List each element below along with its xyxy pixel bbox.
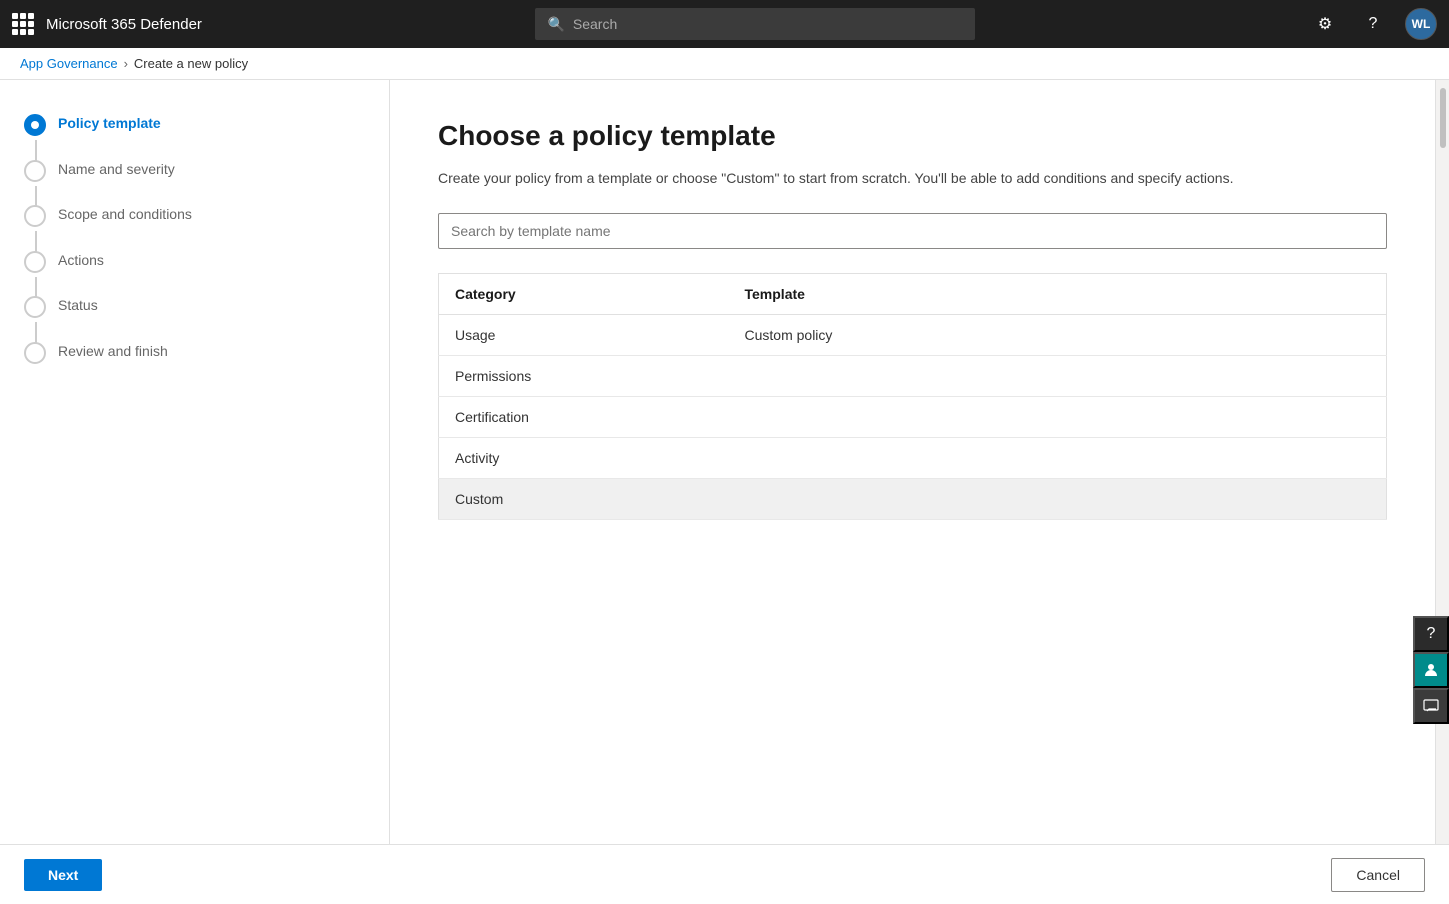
step-circle-2 <box>24 160 46 182</box>
scrollbar[interactable] <box>1435 80 1449 844</box>
toolbar-user-icon[interactable] <box>1413 652 1435 688</box>
template-cell[interactable] <box>729 397 1019 438</box>
right-toolbar: ? <box>1413 616 1435 724</box>
step-scope-conditions: Scope and conditions <box>24 203 365 249</box>
step-label-name-severity: Name and severity <box>58 158 175 204</box>
category-cell[interactable]: Certification <box>439 397 729 438</box>
step-label-actions: Actions <box>58 249 104 295</box>
step-circle-5 <box>24 296 46 318</box>
template-cell[interactable] <box>729 479 1019 520</box>
details-cell <box>1019 315 1387 356</box>
avatar[interactable]: WL <box>1405 8 1437 40</box>
page-title: Choose a policy template <box>438 120 1387 152</box>
search-icon: 🔍 <box>547 16 564 33</box>
step-circle-6 <box>24 342 46 364</box>
template-table: Category Template UsageCustom policyPerm… <box>438 273 1387 520</box>
category-cell[interactable]: Custom <box>439 479 729 520</box>
toolbar-help-icon[interactable]: ? <box>1413 616 1435 652</box>
step-circle-3 <box>24 205 46 227</box>
details-cell <box>1019 397 1387 438</box>
step-actions: Actions <box>24 249 365 295</box>
details-cell <box>1019 356 1387 397</box>
template-cell[interactable]: Custom policy <box>729 315 1019 356</box>
template-cell[interactable] <box>729 438 1019 479</box>
settings-icon[interactable]: ⚙ <box>1309 8 1341 40</box>
step-label-review-finish: Review and finish <box>58 340 168 386</box>
breadcrumb-separator: › <box>124 56 128 71</box>
col-header-category: Category <box>439 274 729 315</box>
table-row[interactable]: UsageCustom policy <box>439 315 1387 356</box>
step-name-severity: Name and severity <box>24 158 365 204</box>
breadcrumb-current: Create a new policy <box>134 56 248 71</box>
page-description: Create your policy from a template or ch… <box>438 168 1387 189</box>
step-label-scope-conditions: Scope and conditions <box>58 203 192 249</box>
template-cell[interactable] <box>729 356 1019 397</box>
scrollbar-thumb <box>1440 88 1446 148</box>
breadcrumb: App Governance › Create a new policy <box>0 48 1449 80</box>
table-row[interactable]: Certification <box>439 397 1387 438</box>
main-layout: Policy template Name and severity Scope … <box>0 80 1449 844</box>
next-button[interactable]: Next <box>24 859 102 891</box>
step-circle-4 <box>24 251 46 273</box>
table-row[interactable]: Activity <box>439 438 1387 479</box>
col-header-template: Template <box>729 274 1019 315</box>
table-header-row: Category Template <box>439 274 1387 315</box>
step-circle-1 <box>24 114 46 136</box>
toolbar-feedback-icon[interactable] <box>1413 688 1435 724</box>
sidebar-stepper: Policy template Name and severity Scope … <box>0 80 390 844</box>
search-input[interactable] <box>573 16 964 32</box>
table-row[interactable]: Custom <box>439 479 1387 520</box>
stepper: Policy template Name and severity Scope … <box>24 112 365 386</box>
step-status: Status <box>24 294 365 340</box>
step-policy-template: Policy template <box>24 112 365 158</box>
apps-grid-icon[interactable] <box>12 13 34 35</box>
breadcrumb-link-app-governance[interactable]: App Governance <box>20 56 118 71</box>
category-cell[interactable]: Activity <box>439 438 729 479</box>
template-search-input[interactable] <box>438 213 1387 249</box>
nav-icons: ⚙ ? WL <box>1309 8 1437 40</box>
step-label-status: Status <box>58 294 98 340</box>
table-row[interactable]: Permissions <box>439 356 1387 397</box>
content-area: Choose a policy template Create your pol… <box>390 80 1435 844</box>
step-label-policy-template: Policy template <box>58 112 161 158</box>
cancel-button[interactable]: Cancel <box>1331 858 1425 892</box>
col-header-details <box>1019 274 1387 315</box>
app-title: Microsoft 365 Defender <box>46 16 202 33</box>
global-search[interactable]: 🔍 <box>535 8 975 40</box>
details-cell <box>1019 479 1387 520</box>
category-cell[interactable]: Usage <box>439 315 729 356</box>
footer: Next Cancel <box>0 844 1449 904</box>
details-cell <box>1019 438 1387 479</box>
category-cell[interactable]: Permissions <box>439 356 729 397</box>
step-review-finish: Review and finish <box>24 340 365 386</box>
top-nav: Microsoft 365 Defender 🔍 ⚙ ? WL <box>0 0 1449 48</box>
help-icon[interactable]: ? <box>1357 8 1389 40</box>
